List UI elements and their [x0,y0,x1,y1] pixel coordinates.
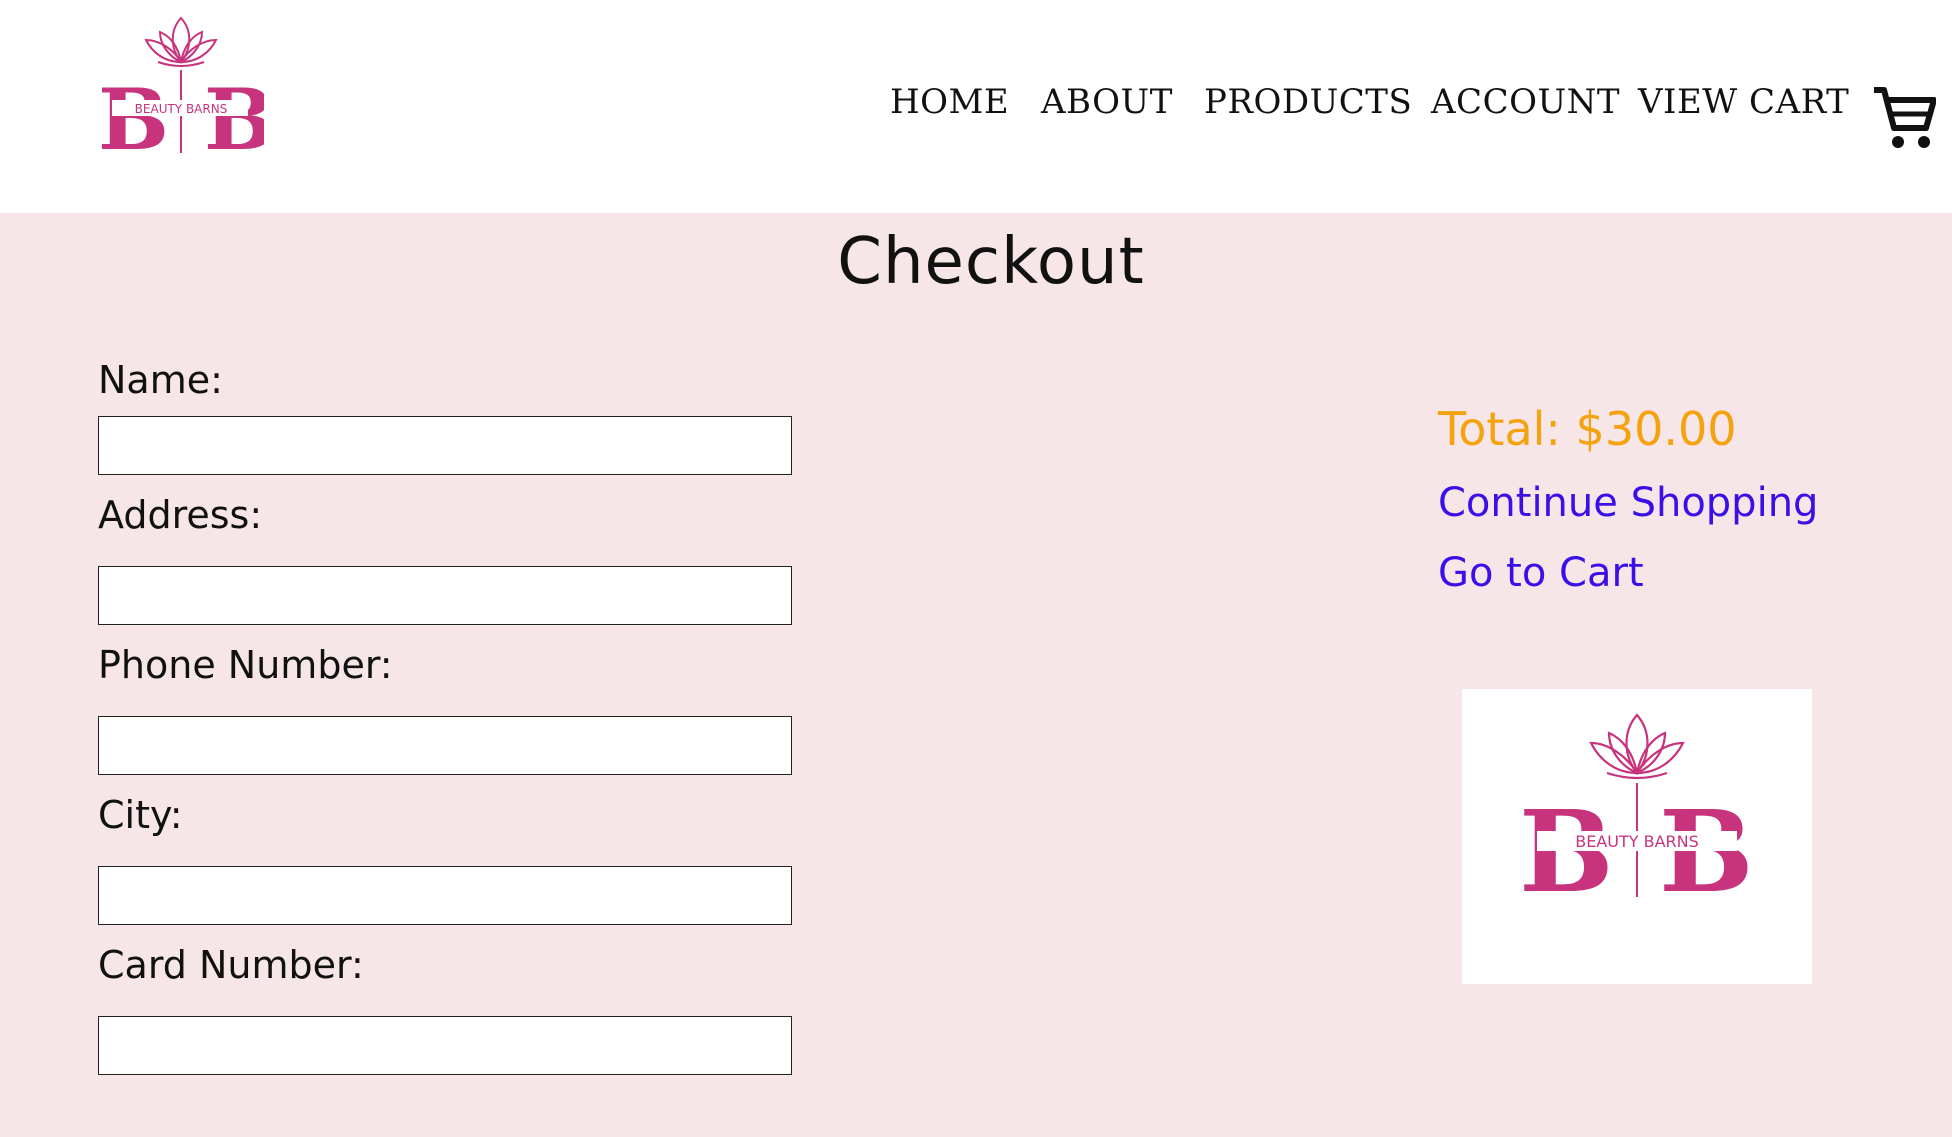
card-number-label: Card Number: [98,943,364,987]
card-number-field[interactable] [98,1016,792,1075]
continue-shopping-link[interactable]: Continue Shopping [1438,480,1818,526]
nav-account[interactable]: ACCOUNT [1431,82,1620,122]
nav-view-cart[interactable]: VIEW CART [1638,82,1849,122]
nav-about[interactable]: ABOUT [1041,82,1173,122]
shopping-cart-icon[interactable] [1872,84,1937,152]
nav-home[interactable]: HOME [890,82,1009,122]
address-field[interactable] [98,566,792,625]
name-field[interactable] [98,416,792,475]
phone-number-label: Phone Number: [98,643,393,687]
address-label: Address: [98,493,263,537]
site-header: B B BEAUTY BARNS HOME ABOUT PRODUCTS ACC… [0,0,1952,213]
name-label: Name: [98,358,223,402]
page-title: Checkout [837,225,1145,299]
brand-name-large: BEAUTY BARNS [1575,832,1699,851]
nav-products[interactable]: PRODUCTS [1204,82,1412,122]
brand-logo-image: B B BEAUTY BARNS [1462,689,1812,984]
phone-number-field[interactable] [98,716,792,775]
go-to-cart-link[interactable]: Go to Cart [1438,550,1644,596]
order-total: Total: $30.00 [1438,402,1737,456]
brand-logo[interactable]: B B BEAUTY BARNS [98,8,264,158]
brand-name-small: BEAUTY BARNS [135,102,228,116]
city-label: City: [98,793,183,837]
city-field[interactable] [98,866,792,925]
